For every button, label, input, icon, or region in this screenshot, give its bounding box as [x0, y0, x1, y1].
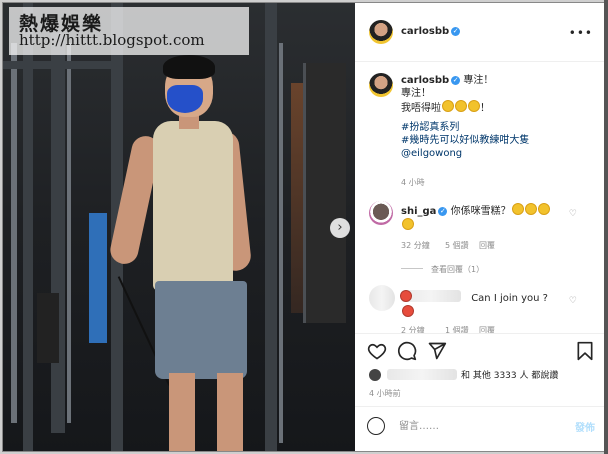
comment-2-like-heart-icon[interactable]: ♡: [569, 296, 577, 306]
hashtag-1[interactable]: #扮認真系列: [401, 122, 459, 133]
commenter-2-avatar[interactable]: [369, 285, 395, 311]
post-button[interactable]: 發佈: [575, 419, 595, 434]
heart-icon[interactable]: [367, 341, 387, 361]
liker-name-redacted: [387, 369, 457, 380]
laugh-emoji-icon: [524, 203, 537, 215]
caption-line-3-end: ！: [480, 103, 490, 114]
verified-icon: ✓: [438, 207, 448, 216]
comment-1-username[interactable]: shi_ga: [401, 206, 436, 217]
comment-1-reply[interactable]: 回覆: [479, 240, 495, 251]
caption-username[interactable]: carlosbb: [401, 75, 449, 86]
comment-1-like-count[interactable]: 5 個讚: [445, 240, 469, 251]
heart-eyes-emoji-icon: [400, 290, 412, 302]
watermark-url: http://hittt.blogspot.com: [19, 31, 205, 49]
liker-avatar: [369, 369, 381, 381]
caption: carlosbb ✓ 專注！ 專注！ 我唔得啦 ！ #扮認真系列 #幾時先可以好似教…: [401, 74, 591, 160]
bookmark-icon[interactable]: [575, 341, 595, 361]
comment-2-text: Can I join you ?: [471, 293, 548, 304]
author-username[interactable]: carlosbb ✓: [401, 26, 461, 37]
post-actions: 和 其他 3333 人 都說讚 4 小時前 發佈: [355, 333, 605, 447]
verified-icon: ✓: [451, 76, 461, 85]
caption-avatar[interactable]: [369, 73, 393, 97]
mention-link[interactable]: @eilgowong: [401, 148, 462, 159]
verified-icon: ✓: [451, 27, 461, 36]
liked-by-text: 和 其他 3333 人 都說讚: [461, 371, 559, 381]
post-header: carlosbb ✓ •••: [355, 3, 605, 62]
screenshot-frame: 熱爆娛樂 http://hittt.blogspot.com › carlosb…: [2, 2, 606, 452]
emoji-picker-icon[interactable]: [367, 417, 385, 435]
post-time-ago: 4 小時前: [369, 389, 401, 398]
laugh-emoji-icon: [511, 203, 524, 215]
caption-time: 4 小時: [401, 178, 425, 187]
more-options-icon[interactable]: •••: [569, 26, 593, 40]
laugh-emoji-icon: [402, 218, 414, 230]
comment-bar: 發佈: [355, 406, 605, 447]
caption-line-2: 專注！: [401, 88, 431, 99]
background-strip: [604, 0, 608, 454]
crying-emoji-icon: [455, 100, 467, 112]
comment-1-text: 你係咪雪糕？: [450, 206, 511, 217]
post-panel: carlosbb ✓ ••• carlosbb ✓ 專注！ 專注！ 我唔得啦！ #扮…: [355, 3, 605, 451]
post-photo: 熱爆娛樂 http://hittt.blogspot.com ›: [3, 3, 355, 451]
author-avatar[interactable]: [369, 20, 393, 44]
caption-line-1: 專注！: [463, 75, 494, 86]
comment-input[interactable]: [397, 415, 561, 437]
liked-by[interactable]: 和 其他 3333 人 都說讚: [369, 368, 558, 381]
next-image-chevron-icon[interactable]: ›: [330, 218, 350, 238]
crying-emoji-icon: [442, 100, 454, 112]
face-mask: [167, 85, 203, 113]
comment-1-time: 32 分鐘: [401, 241, 430, 250]
caption-line-3: 我唔得啦: [401, 103, 441, 114]
heart-eyes-emoji-icon: [402, 305, 414, 317]
comment-icon[interactable]: [397, 341, 417, 361]
view-replies[interactable]: 查看回覆（1）: [401, 264, 484, 275]
share-icon[interactable]: [427, 341, 447, 361]
commenter-avatar[interactable]: [369, 201, 393, 225]
laugh-emoji-icon: [537, 203, 550, 215]
crying-emoji-icon: [468, 100, 480, 112]
comment-1-like-heart-icon[interactable]: ♡: [569, 209, 577, 219]
comment-2: Can I join you ?: [400, 290, 561, 320]
hashtag-2[interactable]: #幾時先可以好似教練咁大隻: [401, 135, 529, 146]
comment-1: shi_ga ✓ 你係咪雪糕？: [401, 203, 571, 233]
